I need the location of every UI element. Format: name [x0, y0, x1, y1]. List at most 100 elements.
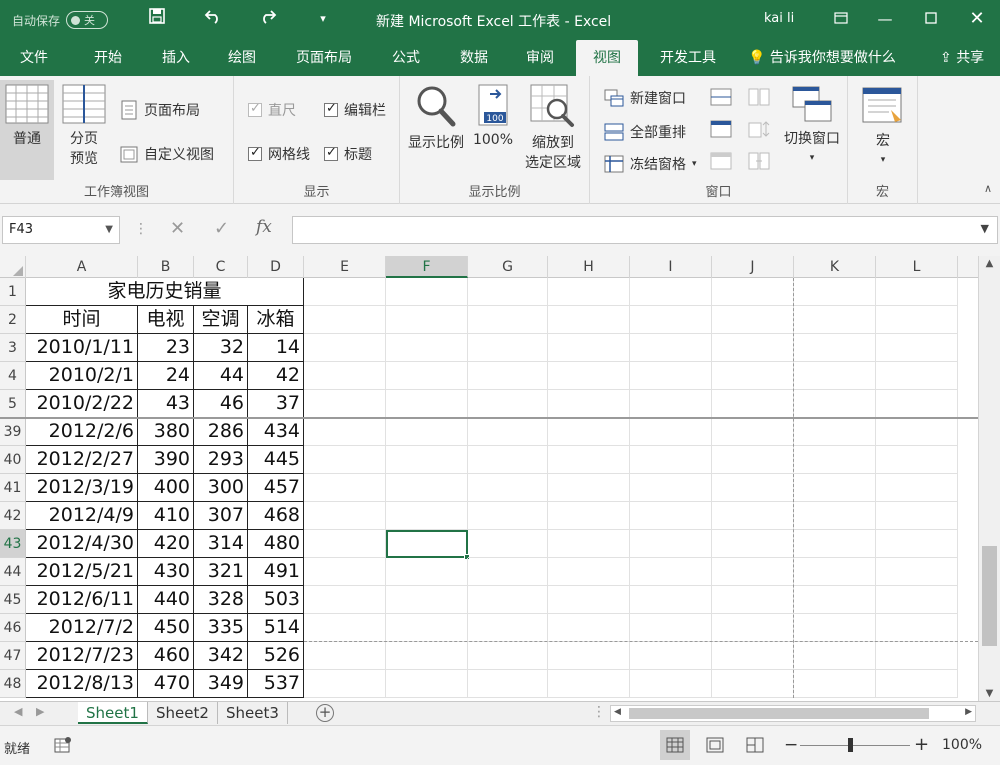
row-header-40[interactable]: 40 [0, 446, 26, 474]
page-layout-view-button[interactable]: 页面布局 [120, 100, 200, 120]
grid-cell[interactable] [304, 530, 386, 558]
fridge-cell[interactable]: 457 [248, 474, 304, 502]
grid-cell[interactable] [468, 614, 548, 642]
ac-cell[interactable]: 32 [194, 334, 248, 362]
grid-cell[interactable] [876, 614, 958, 642]
ribbon-display-icon[interactable] [826, 6, 856, 32]
select-all-corner[interactable] [0, 256, 26, 278]
fridge-cell[interactable]: 526 [248, 642, 304, 670]
row-header-43[interactable]: 43 [0, 530, 26, 558]
macro-record-icon[interactable] [54, 736, 72, 754]
tv-cell[interactable]: 470 [138, 670, 194, 698]
grid-cell[interactable] [304, 642, 386, 670]
grid-cell[interactable] [876, 530, 958, 558]
grid-cell[interactable] [468, 530, 548, 558]
grid-cell[interactable] [712, 530, 794, 558]
grid-cell[interactable] [548, 642, 630, 670]
user-name[interactable]: kai li [764, 11, 794, 26]
date-cell[interactable]: 2012/2/27 [26, 446, 138, 474]
grid-cell[interactable] [304, 278, 386, 306]
ac-cell[interactable]: 349 [194, 670, 248, 698]
date-cell[interactable]: 2010/2/22 [26, 390, 138, 418]
date-cell[interactable]: 2012/3/19 [26, 474, 138, 502]
grid-cell[interactable] [712, 362, 794, 390]
column-header-a[interactable]: A [26, 256, 138, 278]
zoom-in-icon[interactable]: + [914, 734, 929, 755]
grid-cell[interactable] [468, 502, 548, 530]
row-header-3[interactable]: 3 [0, 334, 26, 362]
normal-view-status-button[interactable] [660, 730, 690, 760]
formula-input[interactable]: ▼ [292, 216, 998, 244]
row-header-4[interactable]: 4 [0, 362, 26, 390]
undo-icon[interactable] [200, 8, 226, 28]
header-cell-date[interactable]: 时间 [26, 306, 138, 334]
grid-cell[interactable] [548, 334, 630, 362]
grid-cell[interactable] [876, 390, 958, 418]
grid-cell[interactable] [630, 586, 712, 614]
fridge-cell[interactable]: 37 [248, 390, 304, 418]
grid-cell[interactable] [630, 474, 712, 502]
zoom-button[interactable]: 显示比例 [404, 84, 468, 152]
split-button[interactable] [710, 88, 732, 106]
tab-insert[interactable]: 插入 [154, 40, 198, 76]
tab-data[interactable]: 数据 [452, 40, 496, 76]
date-cell[interactable]: 2012/4/30 [26, 530, 138, 558]
redo-icon[interactable] [255, 8, 281, 28]
tv-cell[interactable]: 450 [138, 614, 194, 642]
name-box-dropdown-icon[interactable]: ▼ [105, 217, 113, 243]
page-break-preview-button[interactable]: 分页 预览 [58, 84, 110, 168]
grid-cell[interactable] [876, 278, 958, 306]
horizontal-scroll-thumb[interactable] [629, 708, 929, 719]
active-cell[interactable] [386, 530, 470, 560]
grid-cell[interactable] [386, 390, 468, 418]
name-box[interactable]: F43 ▼ [2, 216, 120, 244]
tv-cell[interactable]: 390 [138, 446, 194, 474]
tv-cell[interactable]: 410 [138, 502, 194, 530]
reset-window-position-button[interactable] [748, 152, 770, 170]
new-window-button[interactable]: 新建窗口 [604, 88, 686, 108]
gridlines-checkbox[interactable]: 网格线 [248, 144, 310, 164]
grid-cell[interactable] [876, 306, 958, 334]
grid-cell[interactable] [876, 474, 958, 502]
fridge-cell[interactable]: 491 [248, 558, 304, 586]
zoom-slider-knob[interactable] [848, 738, 853, 752]
ac-cell[interactable]: 342 [194, 642, 248, 670]
normal-view-button[interactable]: 普通 [0, 80, 54, 180]
grid-cell[interactable] [630, 642, 712, 670]
grid-cell[interactable] [386, 670, 468, 698]
grid-cell[interactable] [712, 586, 794, 614]
ac-cell[interactable]: 314 [194, 530, 248, 558]
tab-review[interactable]: 审阅 [518, 40, 562, 76]
grid-cell[interactable] [876, 670, 958, 698]
column-header-j[interactable]: J [712, 256, 794, 278]
close-icon[interactable]: ✕ [962, 6, 992, 32]
grid-cell[interactable] [712, 418, 794, 446]
zoom-100-button[interactable]: 100 100% [470, 84, 516, 148]
grid-cell[interactable] [386, 586, 468, 614]
column-header-b[interactable]: B [138, 256, 194, 278]
date-cell[interactable]: 2012/2/6 [26, 418, 138, 446]
tv-cell[interactable]: 430 [138, 558, 194, 586]
headings-checkbox[interactable]: 标题 [324, 144, 372, 164]
zoom-to-selection-button[interactable]: 缩放到 选定区域 [518, 84, 588, 172]
page-break-status-button[interactable] [740, 730, 770, 760]
zoom-out-icon[interactable]: − [784, 735, 798, 755]
minimize-icon[interactable]: — [870, 6, 900, 32]
grid-cell[interactable] [630, 558, 712, 586]
tv-cell[interactable]: 380 [138, 418, 194, 446]
grid-cell[interactable] [630, 362, 712, 390]
date-cell[interactable]: 2010/2/1 [26, 362, 138, 390]
grid-cell[interactable] [794, 306, 876, 334]
row-header-2[interactable]: 2 [0, 306, 26, 334]
ac-cell[interactable]: 44 [194, 362, 248, 390]
grid-cell[interactable] [468, 446, 548, 474]
grid-cell[interactable] [712, 390, 794, 418]
grid-cell[interactable] [386, 558, 468, 586]
switch-windows-button[interactable]: 切换窗口 ▾ [780, 86, 844, 164]
grid-cell[interactable] [548, 474, 630, 502]
grid-cell[interactable] [794, 586, 876, 614]
ac-cell[interactable]: 286 [194, 418, 248, 446]
tab-developer[interactable]: 开发工具 [652, 40, 724, 76]
grid-cell[interactable] [468, 390, 548, 418]
grid-cell[interactable] [712, 614, 794, 642]
